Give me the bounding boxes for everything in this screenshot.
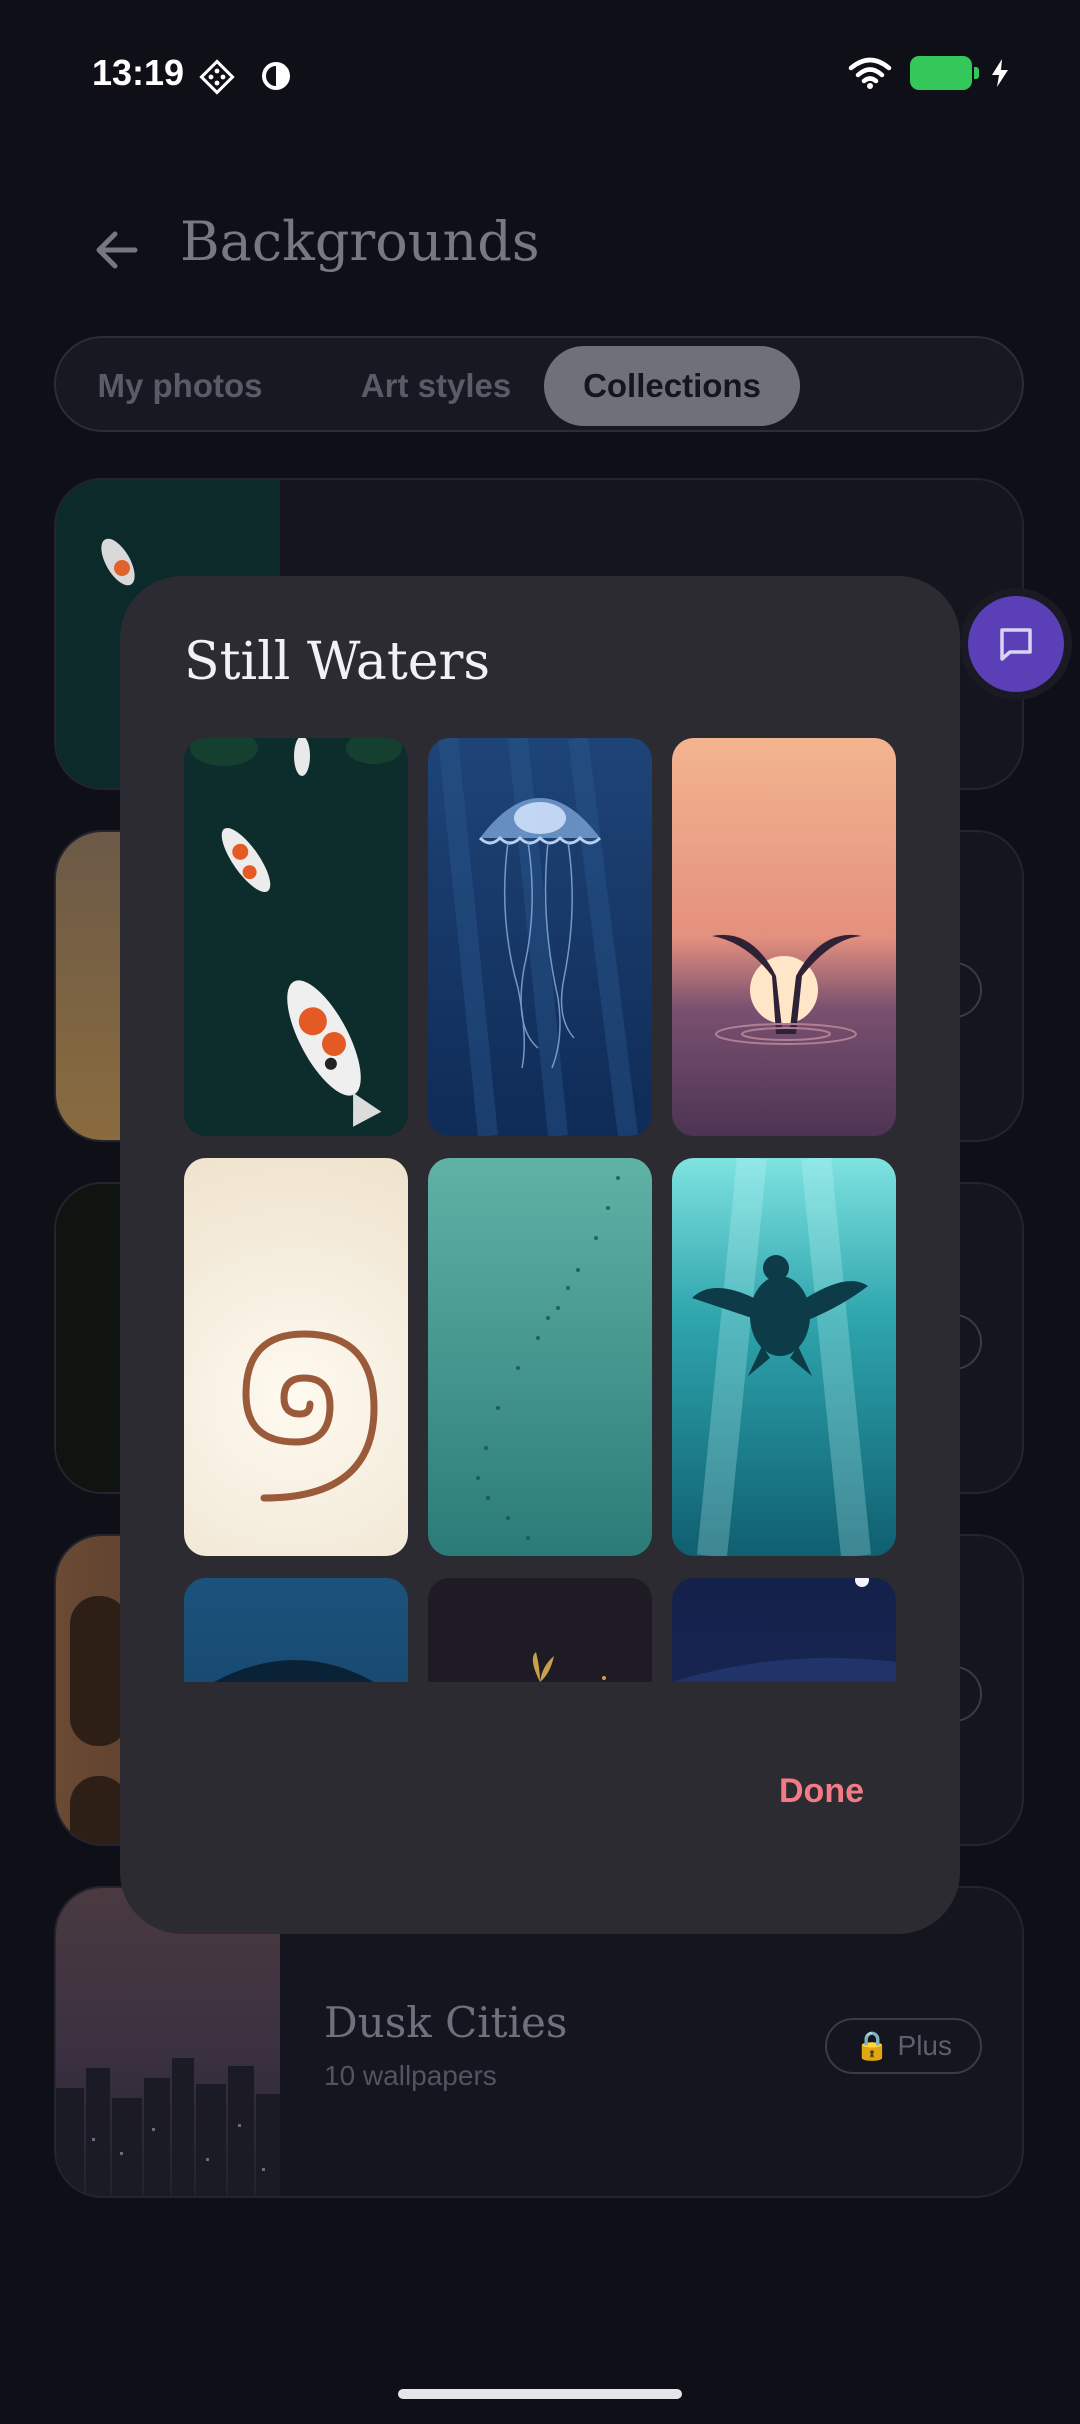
tab-my-photos[interactable]: My photos — [76, 346, 284, 426]
collection-dialog: Still Waters Done — [120, 576, 960, 1934]
chat-icon — [1000, 628, 1032, 661]
status-icons-right — [848, 56, 1010, 90]
wallpaper-koi-pond[interactable] — [184, 738, 408, 1136]
tab-collections[interactable]: Collections — [544, 346, 800, 426]
status-icons-left — [198, 58, 294, 96]
wallpaper-jellyfish[interactable] — [428, 738, 652, 1136]
wallpaper-fish-school[interactable] — [428, 1158, 652, 1556]
home-indicator[interactable] — [398, 2389, 682, 2399]
wallpaper-whale-tail-sunset[interactable] — [672, 738, 896, 1136]
dialog-title: Still Waters — [184, 632, 491, 692]
status-time: 13:19 — [92, 52, 185, 93]
charging-bolt-icon — [992, 59, 1008, 87]
collection-thumbnail — [56, 1888, 280, 2196]
battery-icon — [910, 56, 979, 90]
tab-art-styles[interactable]: Art styles — [324, 346, 548, 426]
wallpaper-nautilus-shell[interactable] — [184, 1158, 408, 1556]
app-grid-icon — [199, 59, 235, 95]
done-button[interactable]: Done — [779, 1772, 864, 1811]
wallpaper-night-sea[interactable] — [672, 1578, 896, 1682]
chat-button[interactable] — [968, 596, 1064, 692]
collection-count: 10 wallpapers — [324, 2060, 497, 2091]
wallpaper-sea-turtle[interactable] — [672, 1158, 896, 1556]
collection-name: Dusk Cities — [324, 1998, 568, 2047]
wallpaper-whale-deep[interactable] — [184, 1578, 408, 1682]
wallpaper-grid[interactable] — [184, 738, 896, 1682]
tab-bar: My photos Art styles Collections — [54, 336, 1024, 432]
back-button[interactable] — [86, 220, 146, 280]
contrast-icon — [262, 62, 290, 90]
wifi-icon — [848, 57, 892, 89]
back-arrow-icon — [96, 231, 138, 269]
plus-badge: 🔒 Plus — [824, 2018, 982, 2074]
wallpaper-night-sprout[interactable] — [428, 1578, 652, 1682]
page-title: Backgrounds — [180, 210, 540, 273]
